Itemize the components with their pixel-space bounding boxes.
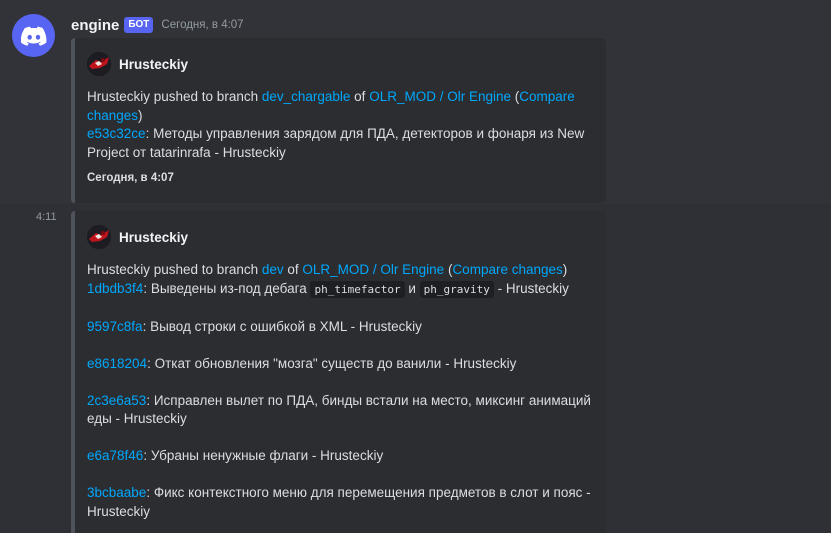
paren-close: ) xyxy=(138,107,143,123)
embed-push-dev: Hrusteckiy Hrusteckiy pushed to branch d… xyxy=(71,211,606,533)
branch-link[interactable]: dev_chargable xyxy=(262,89,351,104)
commit-line: 2c3e6a53: Исправлен вылет по ПДА, бинды … xyxy=(87,392,592,429)
commit-line: e8618204: Откат обновления "мозга" сущес… xyxy=(87,355,592,374)
discord-logo-icon xyxy=(20,26,46,46)
paren-open: ( xyxy=(510,89,520,104)
repo-link[interactable]: OLR_MOD / Olr Engine xyxy=(302,262,444,277)
push-text: Hrusteckiy pushed to branch xyxy=(87,262,262,277)
commit-hash-link[interactable]: 3bcbaabe xyxy=(87,485,146,500)
embed-author-name[interactable]: Hrusteckiy xyxy=(119,230,188,245)
hover-timestamp[interactable]: 4:11 xyxy=(36,211,57,223)
compare-changes-link[interactable]: Compare changes xyxy=(452,262,562,277)
commit-hash-link[interactable]: 9597c8fa xyxy=(87,319,143,334)
commit-message: и xyxy=(404,280,420,296)
message-engine-continued: 4:11 Hrusteckiy Hrusteckiy pushed to bra… xyxy=(0,204,831,533)
commit-hash-link[interactable]: e53c32ce xyxy=(87,126,146,141)
commit-message: - Hrusteckiy xyxy=(493,280,569,296)
author-avatar[interactable] xyxy=(87,52,111,76)
commit-hash-link[interactable]: e8618204 xyxy=(87,356,147,371)
author-avatar-icon xyxy=(87,52,111,76)
paren-close: ) xyxy=(562,262,568,277)
of-text: of xyxy=(283,262,303,277)
commit-line: 9597c8fa: Вывод строки с ошибкой в XML -… xyxy=(87,318,592,337)
embed-description: Hrusteckiy pushed to branch dev_chargabl… xyxy=(87,88,592,162)
bot-avatar[interactable] xyxy=(12,14,55,57)
bot-tag: БОТ xyxy=(124,17,154,33)
commit-message: : Откат обновления "мозга" существ до ва… xyxy=(147,355,517,371)
message-header: engine БОТ Сегодня, в 4:07 xyxy=(71,14,244,36)
repo-link[interactable]: OLR_MOD / Olr Engine xyxy=(369,89,511,104)
commit-message: : Фикс контекстного меню для перемещения… xyxy=(87,485,591,519)
embed-footer-timestamp: Сегодня, в 4:07 xyxy=(87,172,174,184)
commit-message: : Выведены из-под дебага xyxy=(143,280,311,296)
message-engine: engine БОТ Сегодня, в 4:07 Hrusteckiy Hr… xyxy=(0,0,831,204)
branch-link[interactable]: dev xyxy=(262,262,284,277)
inline-code: ph_gravity xyxy=(419,280,494,298)
commit-message: : Убраны ненужные флаги - Hrusteckiy xyxy=(143,448,384,463)
commit-line: e6a78f46: Убраны ненужные флаги - Hruste… xyxy=(87,447,592,466)
author-avatar[interactable] xyxy=(87,225,111,249)
commit-hash-link[interactable]: e6a78f46 xyxy=(87,448,143,463)
embed-author: Hrusteckiy xyxy=(87,52,188,76)
embed-description: Hrusteckiy pushed to branch dev of OLR_M… xyxy=(87,261,592,521)
commit-hash-link[interactable]: 1dbdb3f4 xyxy=(87,281,143,296)
commit-message: : Вывод строки с ошибкой в XML - Hrustec… xyxy=(142,318,422,334)
commit-message: : Методы управления зарядом для ПДА, дет… xyxy=(87,126,585,160)
message-timestamp[interactable]: Сегодня, в 4:07 xyxy=(161,19,243,31)
push-text: Hrusteckiy pushed to branch xyxy=(87,89,262,104)
embed-author: Hrusteckiy xyxy=(87,225,188,249)
author-avatar-icon xyxy=(87,225,111,249)
commit-message: : Исправлен вылет по ПДА, бинды встали н… xyxy=(87,392,591,427)
bot-username[interactable]: engine xyxy=(71,17,119,34)
embed-push-dev-chargable: Hrusteckiy Hrusteckiy pushed to branch d… xyxy=(71,38,606,203)
of-text: of xyxy=(350,89,370,104)
commit-line: 1dbdb3f4: Выведены из-под дебага ph_time… xyxy=(87,280,592,300)
commit-hash-link[interactable]: 2c3e6a53 xyxy=(87,393,146,408)
commit-line: 3bcbaabe: Фикс контекстного меню для пер… xyxy=(87,484,592,521)
inline-code: ph_timefactor xyxy=(310,280,405,298)
embed-author-name[interactable]: Hrusteckiy xyxy=(119,57,188,72)
